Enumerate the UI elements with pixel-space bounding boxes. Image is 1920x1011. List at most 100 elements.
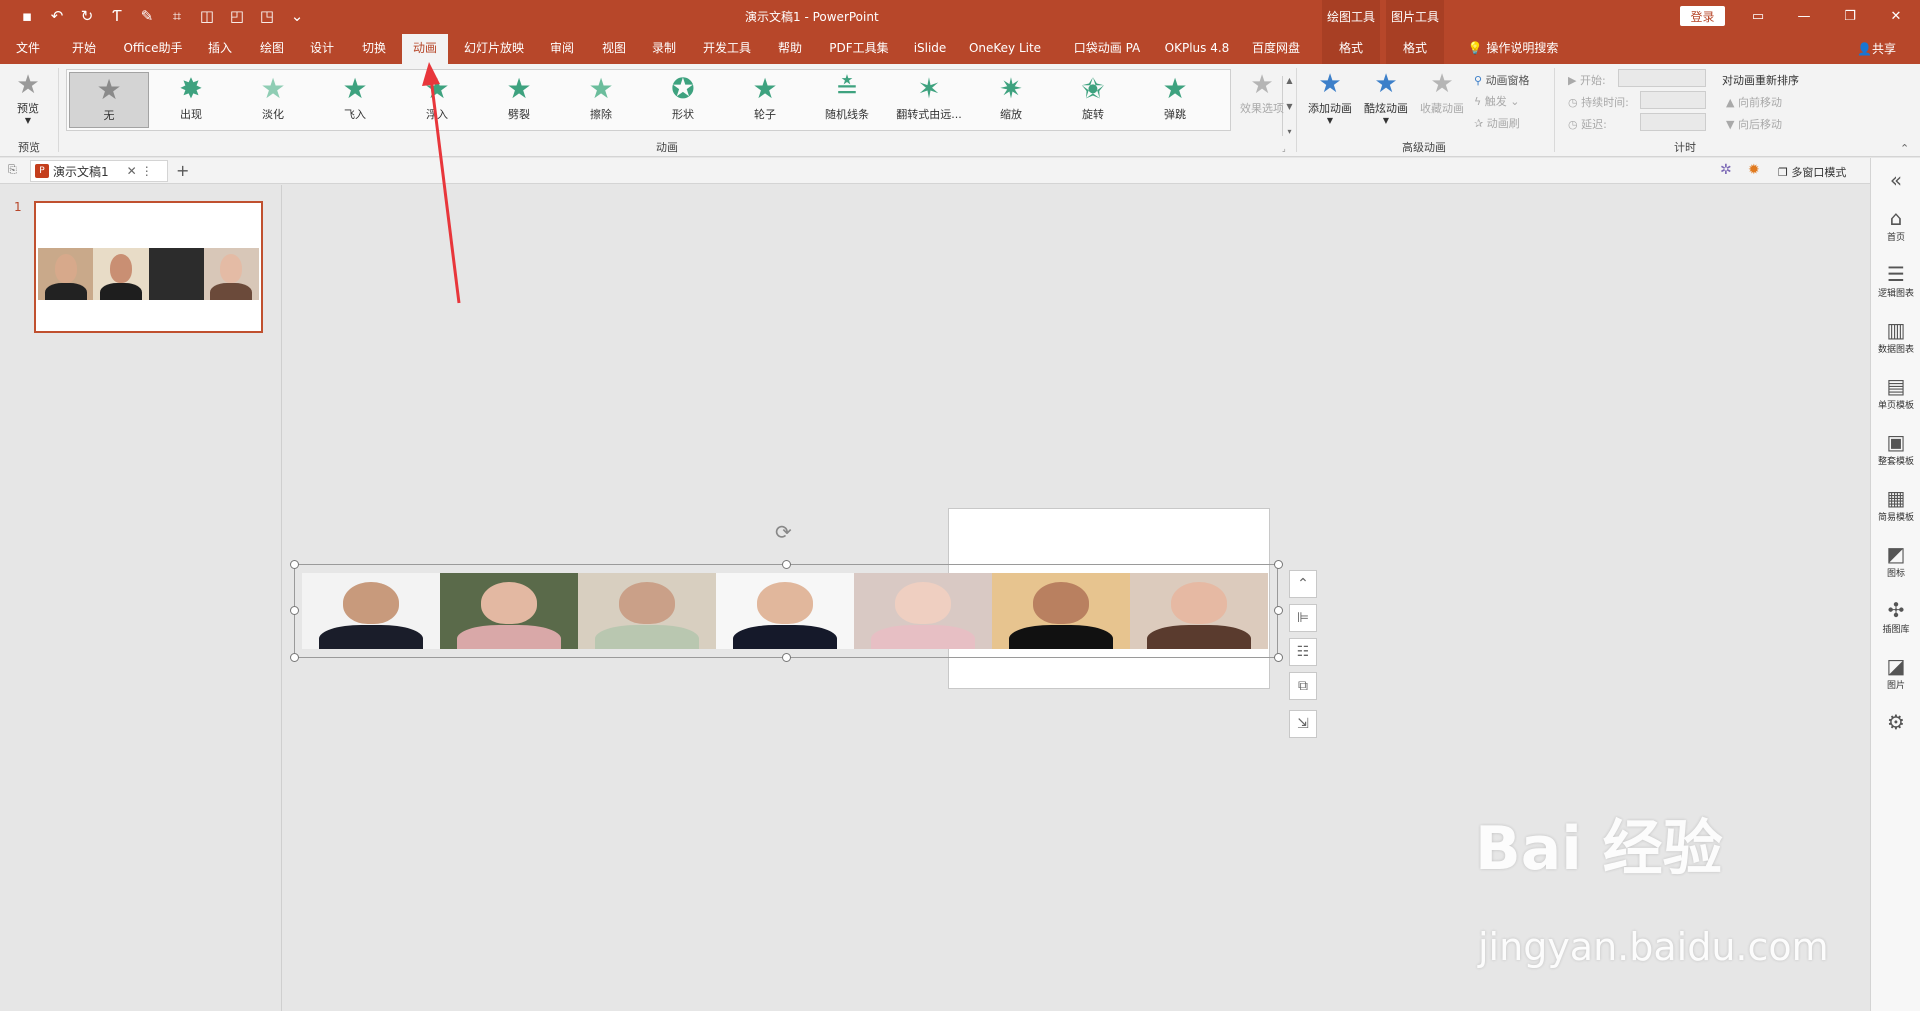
favorite-animation-button[interactable]: ★ 收藏动画 [1416,68,1468,116]
animation-pane-button[interactable]: ⚲ 动画窗格 [1474,72,1530,88]
resize-handle-bottom-right[interactable] [1274,653,1283,662]
animation-fly-in[interactable]: ★ 飞入 [315,72,395,128]
save-icon[interactable]: ▪ [14,5,40,27]
group-icon[interactable]: ◫ [194,5,220,27]
gallery-more-icon[interactable]: ▾ [1287,127,1291,136]
align-icon[interactable]: ⊫ [1289,604,1317,632]
sparkle-icon[interactable]: ✲ [1720,162,1732,178]
resize-handle-top-right[interactable] [1274,560,1283,569]
start-select[interactable] [1618,69,1706,87]
rotate-handle-icon[interactable]: ⟳ [775,520,792,544]
animation-fade[interactable]: ★ 淡化 [233,72,313,128]
tab-draw[interactable]: 绘图 [252,32,292,64]
panel-full-template[interactable]: ▣ 整套模板 [1871,430,1920,467]
tab-onekey-lite[interactable]: OneKey Lite [964,32,1046,64]
collapse-panel-icon[interactable]: « [1871,168,1920,192]
tab-pocket-animation[interactable]: 口袋动画 PA [1066,32,1148,64]
animation-swivel[interactable]: ✬ 旋转 [1053,72,1133,128]
animation-none[interactable]: ★ 无 [69,72,149,128]
redo-icon[interactable]: ↻ [74,5,100,27]
layer-icon[interactable]: ⧉ [1289,672,1317,700]
tab-list-icon[interactable]: ⎘ [8,163,17,177]
tab-home[interactable]: 开始 [64,32,104,64]
cool-animation-button[interactable]: ★ 酷炫动画 ▼ [1360,68,1412,125]
ribbon-display-options-icon[interactable]: ▭ [1735,0,1781,32]
panel-data-chart[interactable]: ▥ 数据图表 [1871,318,1920,355]
preview-button[interactable]: ★ 预览 ▼ [10,70,46,125]
share-button[interactable]: 👤共享 [1857,40,1896,57]
animation-painter-button[interactable]: ✰ 动画刷 [1474,115,1520,131]
resize-handle-top-left[interactable] [290,560,299,569]
animation-split[interactable]: ★ 劈裂 [479,72,559,128]
typography-icon[interactable]: Ƭ [104,5,130,27]
trigger-button[interactable]: ϟ 触发 ⌄ [1474,93,1519,109]
regroup-icon[interactable]: ◳ [254,5,280,27]
animation-random-bars[interactable]: ≛ 随机线条 [807,72,887,128]
settings-gear-icon[interactable]: ✹ [1748,162,1760,178]
panel-logic-chart[interactable]: ☰ 逻辑图表 [1871,262,1920,299]
dialog-launcher-icon[interactable]: ⌟ [1282,144,1286,153]
tell-me-search[interactable]: 💡 操作说明搜索 [1458,32,1568,64]
effect-options-button[interactable]: ★ 效果选项 [1236,70,1288,116]
tab-format-drawing[interactable]: 格式 [1322,32,1380,64]
close-tab-icon[interactable]: ✕ [127,164,137,178]
tab-baidu-netdisk[interactable]: 百度网盘 [1246,32,1306,64]
move-earlier-button[interactable]: ▲ 向前移动 [1726,94,1782,110]
new-tab-icon[interactable]: + [176,161,189,180]
resize-icon[interactable]: ⇲ [1289,710,1317,738]
tab-islide[interactable]: iSlide [906,32,954,64]
animation-zoom[interactable]: ✷ 缩放 [971,72,1051,128]
login-button[interactable]: 登录 [1680,6,1725,26]
undo-icon[interactable]: ↶ [44,5,70,27]
tab-developer[interactable]: 开发工具 [696,32,758,64]
animation-wheel[interactable]: ★ 轮子 [725,72,805,128]
resize-handle-bottom[interactable] [782,653,791,662]
crop-icon[interactable]: ⌗ [164,5,190,27]
animation-appear[interactable]: ✸ 出现 [151,72,231,128]
panel-illustrations[interactable]: ✣ 插图库 [1871,598,1920,635]
ungroup-icon[interactable]: ◰ [224,5,250,27]
restore-icon[interactable]: ❐ [1827,0,1873,32]
customize-qat-icon[interactable]: ⌄ [284,5,310,27]
move-later-button[interactable]: ▼ 向后移动 [1726,116,1782,132]
animation-float-in[interactable]: ★ 浮入 [397,72,477,128]
tab-view[interactable]: 视图 [594,32,634,64]
collapse-ribbon-icon[interactable]: ⌃ [1900,142,1909,155]
tab-okplus[interactable]: OKPlus 4.8 [1162,32,1232,64]
tab-file[interactable]: 文件 [8,32,48,64]
minimize-icon[interactable]: — [1781,0,1827,32]
tab-menu-icon[interactable]: ⋮ [141,164,153,178]
resize-handle-left[interactable] [290,606,299,615]
bring-forward-icon[interactable]: ⌃ [1289,570,1317,598]
layout-icon[interactable]: ☷ [1289,638,1317,666]
close-icon[interactable]: ✕ [1873,0,1919,32]
tab-review[interactable]: 审阅 [542,32,582,64]
panel-single-template[interactable]: ▤ 单页模板 [1871,374,1920,411]
panel-images[interactable]: ◪ 图片 [1871,654,1920,691]
animation-wipe[interactable]: ★ 擦除 [561,72,641,128]
resize-handle-right[interactable] [1274,606,1283,615]
slide-thumbnail[interactable] [34,201,263,333]
tab-pdf-tools[interactable]: PDF工具集 [822,32,896,64]
tab-record[interactable]: 录制 [644,32,684,64]
animation-grow-turn[interactable]: ✶ 翻转式由远... [889,72,969,128]
document-tab[interactable]: P 演示文稿1 ✕ ⋮ [30,160,168,182]
tab-insert[interactable]: 插入 [200,32,240,64]
panel-icons[interactable]: ◩ 图标 [1871,542,1920,579]
multi-window-button[interactable]: ❐ 多窗口模式 [1778,164,1846,180]
add-animation-button[interactable]: ★ 添加动画 ▼ [1304,68,1356,125]
duration-input[interactable] [1640,91,1706,109]
panel-settings[interactable]: ⚙ [1871,710,1920,734]
tab-office-assistant[interactable]: Office助手 [118,32,188,64]
resize-handle-top[interactable] [782,560,791,569]
tab-transitions[interactable]: 切换 [354,32,394,64]
resize-handle-bottom-left[interactable] [290,653,299,662]
animation-shape[interactable]: ✪ 形状 [643,72,723,128]
panel-simple-template[interactable]: ▦ 简易模板 [1871,486,1920,523]
animation-bounce[interactable]: ★ 弹跳 [1135,72,1215,128]
tab-animations[interactable]: 动画 [402,34,448,64]
tab-design[interactable]: 设计 [302,32,342,64]
format-painter-icon[interactable]: ✎ [134,5,160,27]
tab-help[interactable]: 帮助 [770,32,810,64]
panel-home[interactable]: ⌂ 首页 [1871,206,1920,243]
